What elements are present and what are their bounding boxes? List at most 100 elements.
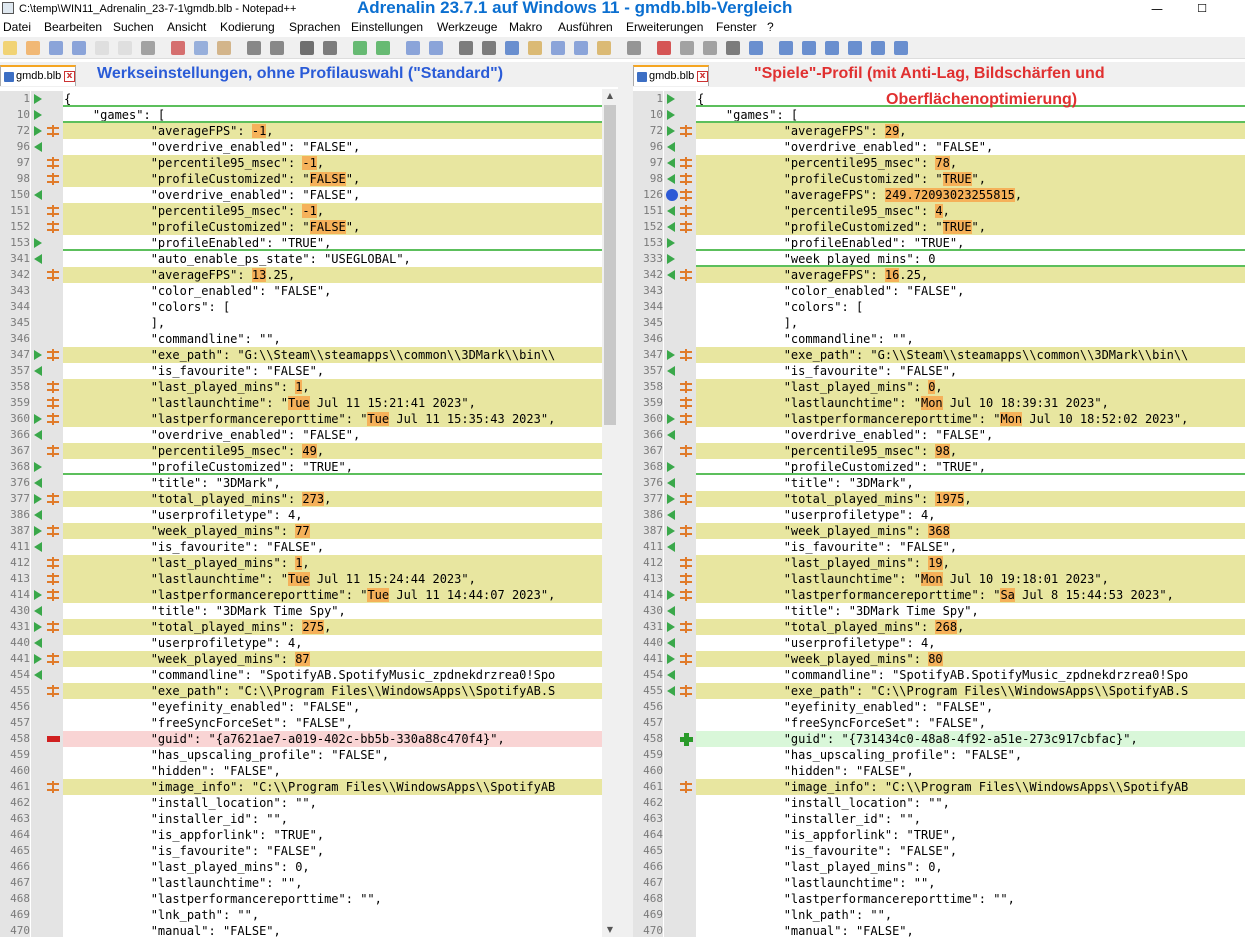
diff-marker-gutter[interactable] [664, 475, 678, 491]
prev-diff-icon[interactable] [825, 41, 839, 55]
code-line[interactable]: 455 "exe_path": "C:\\Program Files\\Wind… [633, 683, 1245, 699]
code-line[interactable]: 357 "is_favourite": "FALSE", [0, 363, 618, 379]
diff-marker-gutter[interactable] [31, 667, 45, 683]
code-line[interactable]: 459 "has_upscaling_profile": "FALSE", [0, 747, 618, 763]
zoom-out-icon[interactable] [376, 41, 390, 55]
diff-marker-gutter[interactable] [664, 587, 678, 603]
code-line[interactable]: 358 "last_played_mins": 0, [633, 379, 1245, 395]
diff-marker-gutter[interactable] [31, 107, 45, 123]
code-text[interactable]: "games": [ [63, 107, 602, 123]
code-line[interactable]: 367 "percentile95_msec": 98, [633, 443, 1245, 459]
diff-marker-gutter[interactable] [664, 203, 678, 219]
code-text[interactable]: "color_enabled": "FALSE", [696, 283, 1245, 299]
diff-marker-gutter[interactable] [664, 315, 678, 331]
diff-marker-gutter[interactable] [664, 251, 678, 267]
code-text[interactable]: "week_played_mins": 87 [63, 651, 602, 667]
code-text[interactable]: "lastlaunchtime": "Tue Jul 11 15:24:44 2… [63, 571, 602, 587]
diff-marker-gutter[interactable] [664, 427, 678, 443]
diff-marker-gutter[interactable] [664, 555, 678, 571]
diff-marker-gutter[interactable] [664, 139, 678, 155]
diff-marker-gutter[interactable] [664, 763, 678, 779]
code-text[interactable]: "profileCustomized": "FALSE", [63, 171, 602, 187]
minimize-button[interactable]: — [1150, 2, 1164, 16]
diff-marker-gutter[interactable] [31, 475, 45, 491]
diff-marker-gutter[interactable] [31, 923, 45, 937]
code-line[interactable]: 333 "week_played_mins": 0 [633, 251, 1245, 267]
code-line[interactable]: 97 "percentile95_msec": -1, [0, 155, 618, 171]
close-all-icon[interactable] [118, 41, 132, 55]
diff-marker-gutter[interactable] [664, 779, 678, 795]
diff-marker-gutter[interactable] [31, 539, 45, 555]
code-text[interactable]: "overdrive_enabled": "FALSE", [63, 187, 602, 203]
diff-marker-gutter[interactable] [31, 875, 45, 891]
code-line[interactable]: 462 "install_location": "", [633, 795, 1245, 811]
code-text[interactable]: "is_favourite": "FALSE", [63, 843, 602, 859]
run-macro-multiple-icon[interactable] [726, 41, 740, 55]
diff-marker-gutter[interactable] [664, 875, 678, 891]
diff-marker-gutter[interactable] [31, 315, 45, 331]
code-line[interactable]: 467 "lastlaunchtime": "", [633, 875, 1245, 891]
code-line[interactable]: 441 "week_played_mins": 80 [633, 651, 1245, 667]
code-line[interactable]: 440 "userprofiletype": 4, [633, 635, 1245, 651]
code-line[interactable]: 455 "exe_path": "C:\\Program Files\\Wind… [0, 683, 618, 699]
code-text[interactable]: "lnk_path": "", [63, 907, 602, 923]
code-text[interactable]: "last_played_mins": 0, [63, 859, 602, 875]
code-text[interactable]: "lastlaunchtime": "Mon Jul 10 18:39:31 2… [696, 395, 1245, 411]
code-text[interactable]: "last_played_mins": 0, [696, 859, 1245, 875]
diff-marker-gutter[interactable] [664, 219, 678, 235]
first-diff-icon[interactable] [802, 41, 816, 55]
code-line[interactable]: 151 "percentile95_msec": 4, [633, 203, 1245, 219]
function-list-icon[interactable] [574, 41, 588, 55]
code-line[interactable]: 359 "lastlaunchtime": "Mon Jul 10 18:39:… [633, 395, 1245, 411]
code-text[interactable]: "has_upscaling_profile": "FALSE", [63, 747, 602, 763]
diff-marker-gutter[interactable] [31, 267, 45, 283]
diff-marker-gutter[interactable] [664, 235, 678, 251]
right-editor-pane[interactable]: 1{10 "games": [72 "averageFPS": 29, 96 "o… [633, 89, 1245, 937]
code-line[interactable]: 411 "is_favourite": "FALSE", [633, 539, 1245, 555]
diff-marker-gutter[interactable] [664, 523, 678, 539]
code-text[interactable]: "percentile95_msec": -1, [63, 155, 602, 171]
diff-marker-gutter[interactable] [664, 827, 678, 843]
code-text[interactable]: "averageFPS": -1, [63, 123, 602, 139]
code-text[interactable]: "freeSyncForceSet": "FALSE", [696, 715, 1245, 731]
diff-marker-gutter[interactable] [31, 139, 45, 155]
diff-marker-gutter[interactable] [31, 123, 45, 139]
code-text[interactable]: "percentile95_msec": 4, [696, 203, 1245, 219]
code-line[interactable]: 367 "percentile95_msec": 49, [0, 443, 618, 459]
code-line[interactable]: 10 "games": [ [0, 107, 618, 123]
find-icon[interactable] [300, 41, 314, 55]
diff-marker-gutter[interactable] [664, 443, 678, 459]
code-text[interactable]: "week_played_mins": 77 [63, 523, 602, 539]
menu-item-ausf-hren[interactable]: Ausführen [558, 18, 613, 36]
menu-item-datei[interactable]: Datei [3, 18, 31, 36]
diff-marker-gutter[interactable] [31, 251, 45, 267]
code-line[interactable]: 469 "lnk_path": "", [633, 907, 1245, 923]
diff-marker-gutter[interactable] [31, 171, 45, 187]
code-text[interactable]: "eyefinity_enabled": "FALSE", [696, 699, 1245, 715]
code-text[interactable]: "is_favourite": "FALSE", [696, 539, 1245, 555]
code-text[interactable]: "lastlaunchtime": "", [696, 875, 1245, 891]
indent-guide-icon[interactable] [505, 41, 519, 55]
diff-marker-gutter[interactable] [664, 123, 678, 139]
left-editor-pane[interactable]: ▲ ▼ 1{10 "games": [72 "averageFPS": -1, 9… [0, 89, 618, 937]
diff-marker-gutter[interactable] [664, 91, 678, 107]
code-text[interactable]: "last_played_mins": 1, [63, 555, 602, 571]
code-text[interactable]: "hidden": "FALSE", [696, 763, 1245, 779]
diff-marker-gutter[interactable] [664, 795, 678, 811]
diff-nav-icon[interactable] [894, 41, 908, 55]
diff-marker-gutter[interactable] [31, 443, 45, 459]
diff-marker-gutter[interactable] [664, 699, 678, 715]
diff-marker-gutter[interactable] [664, 635, 678, 651]
code-text[interactable]: "averageFPS": 13.25, [63, 267, 602, 283]
menu-item-erweiterungen[interactable]: Erweiterungen [626, 18, 703, 36]
code-text[interactable]: "lastlaunchtime": "Mon Jul 10 19:18:01 2… [696, 571, 1245, 587]
code-text[interactable]: "manual": "FALSE", [696, 923, 1245, 937]
code-line[interactable]: 466 "last_played_mins": 0, [633, 859, 1245, 875]
code-line[interactable]: 412 "last_played_mins": 19, [633, 555, 1245, 571]
code-text[interactable]: "percentile95_msec": 78, [696, 155, 1245, 171]
redo-icon[interactable] [270, 41, 284, 55]
diff-marker-gutter[interactable] [31, 747, 45, 763]
code-line[interactable]: 342 "averageFPS": 16.25, [633, 267, 1245, 283]
code-line[interactable]: 467 "lastlaunchtime": "", [0, 875, 618, 891]
code-text[interactable]: "has_upscaling_profile": "FALSE", [696, 747, 1245, 763]
